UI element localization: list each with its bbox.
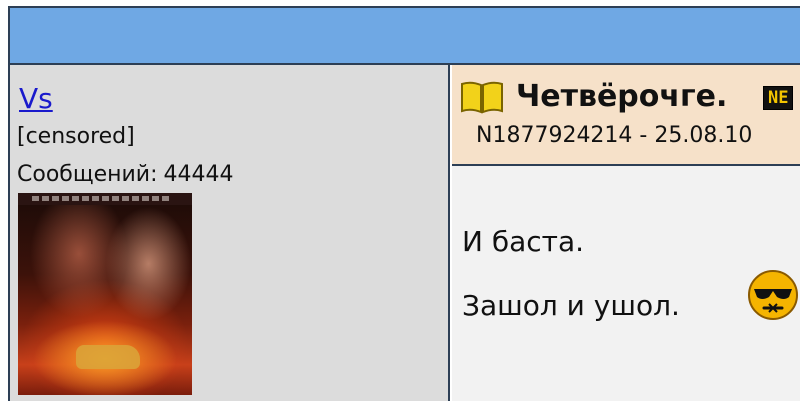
avatar-caption-strip [18,193,192,205]
post-text-line: Зашол и ушол. [462,289,680,322]
user-status: [censored] [17,124,135,149]
post-count: Сообщений: 44444 [17,161,234,189]
avatar-car-shape [76,345,140,369]
post-header: Четвёрочге. NE N1877924214 - 25.08.10 [452,65,800,166]
sunglasses-smiley-icon [748,270,798,320]
forum-post-frame: Vs [censored] Сообщений: 44444 Четвёрочге… [0,0,800,401]
post-title: Четвёрочге. [516,79,728,114]
post-meta: N1877924214 - 25.08.10 [476,123,753,148]
post-count-label: Сообщений: [17,162,158,187]
post-body: И баста. Зашол и ушол. -----------------… [452,166,800,401]
open-book-icon [461,81,503,114]
post-count-value: 44444 [163,162,234,187]
user-info-panel: Vs [censored] Сообщений: 44444 [8,65,450,401]
username-link[interactable]: Vs [19,79,53,119]
user-avatar [18,193,192,395]
forum-header-bar [8,6,800,65]
signature-separator: ---------------------- [462,392,780,401]
new-badge: NE [763,86,794,110]
post-text-line: И баста. [462,225,585,258]
